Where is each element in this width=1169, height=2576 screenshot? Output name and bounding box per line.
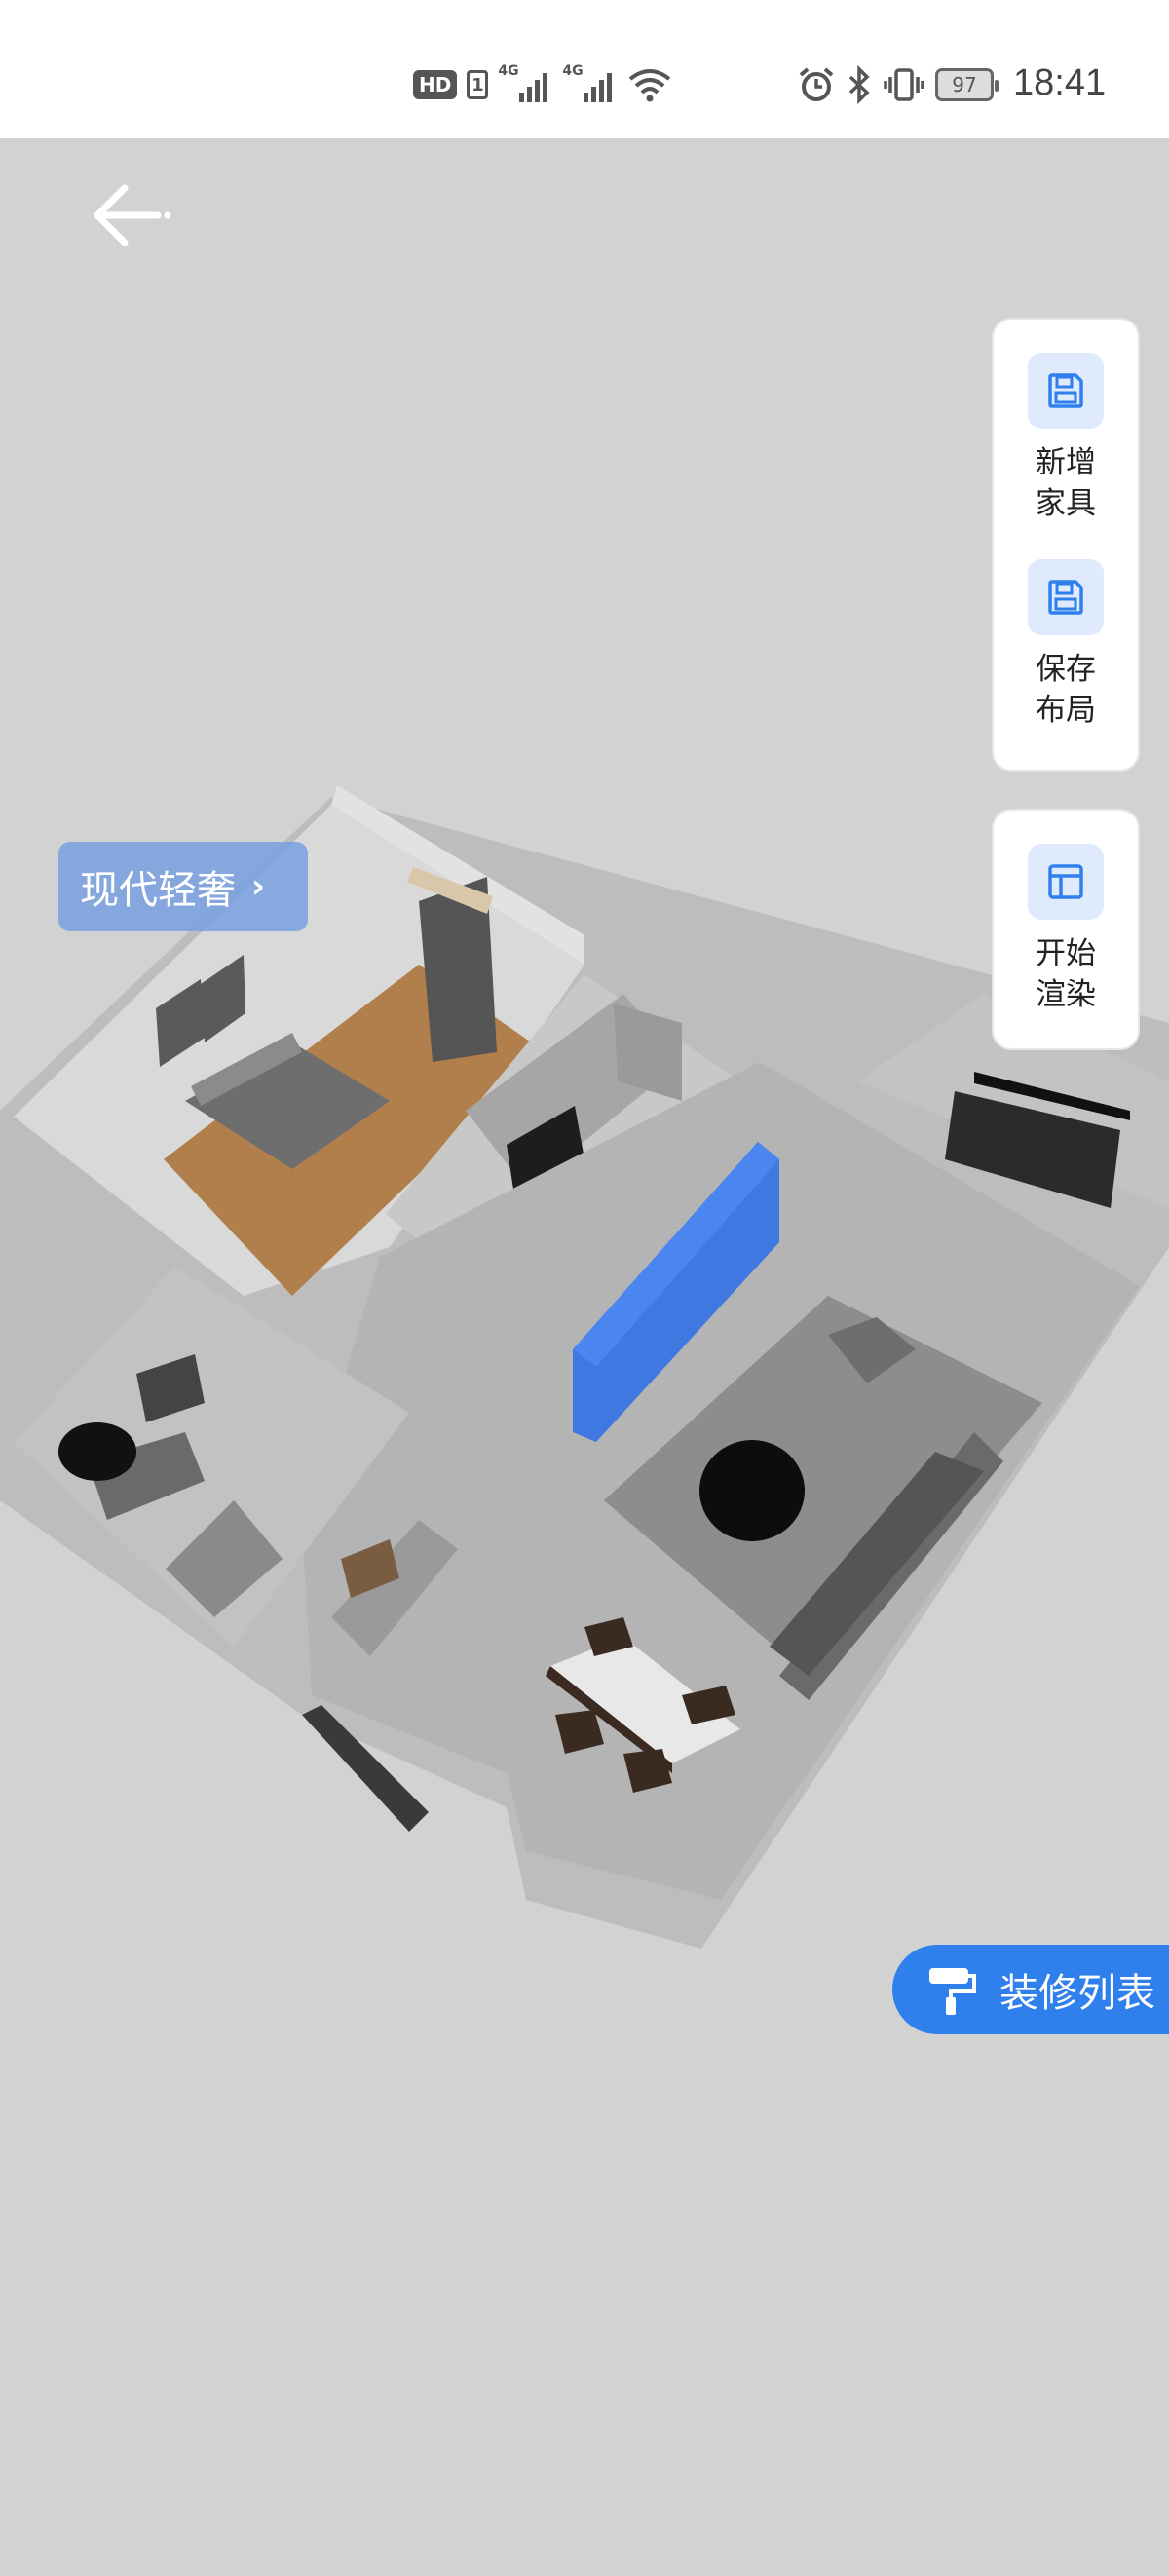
signal-4g-icon: 4G: [562, 63, 617, 106]
add-furniture-label: 新增家具: [1036, 445, 1096, 521]
vibrate-icon: [884, 68, 924, 101]
start-render-label: 开始渲染: [1036, 936, 1096, 1012]
battery-icon: 97: [935, 68, 999, 101]
sim-1-badge: 1: [467, 70, 489, 99]
clock: 18:41: [1013, 62, 1107, 103]
status-right-icons: 97: [797, 60, 999, 109]
start-render-button[interactable]: 开始渲染: [994, 844, 1138, 1015]
render-toolbar: 开始渲染: [994, 811, 1138, 1048]
style-tag-button[interactable]: 现代轻奢 ›: [58, 842, 308, 931]
save-layout-button[interactable]: 保存布局: [994, 559, 1138, 731]
save-layout-icon-box: [1028, 559, 1104, 635]
decoration-list-label: 装修列表: [999, 1971, 1155, 2016]
start-render-icon-box: [1028, 844, 1104, 920]
style-tag-label: 现代轻奢: [80, 868, 236, 913]
alarm-icon: [799, 67, 834, 101]
save-layout-label: 保存布局: [1036, 652, 1096, 728]
layout-icon: [1048, 864, 1083, 899]
status-bar: HD 1 4G 4G 97 18:41: [0, 0, 1169, 138]
battery-level: 97: [952, 73, 977, 96]
add-furniture-button[interactable]: 新增家具: [994, 353, 1138, 524]
back-button[interactable]: [90, 181, 173, 249]
floppy-disk-icon: [1048, 580, 1083, 615]
hd-badge: HD: [413, 70, 458, 99]
bluetooth-icon: [848, 65, 870, 104]
wifi-icon: [629, 69, 671, 102]
paint-roller-icon: [922, 1960, 980, 2019]
signal-4g-icon: 4G: [498, 63, 552, 106]
status-left-icons: HD 1 4G 4G: [413, 60, 673, 109]
edit-toolbar: 新增家具 保存布局: [994, 320, 1138, 770]
arrow-left-icon: [94, 184, 171, 246]
decoration-list-button[interactable]: 装修列表: [892, 1945, 1169, 2034]
add-furniture-icon-box: [1028, 353, 1104, 429]
floppy-disk-icon: [1048, 373, 1083, 408]
chevron-right-icon: ›: [251, 867, 266, 906]
